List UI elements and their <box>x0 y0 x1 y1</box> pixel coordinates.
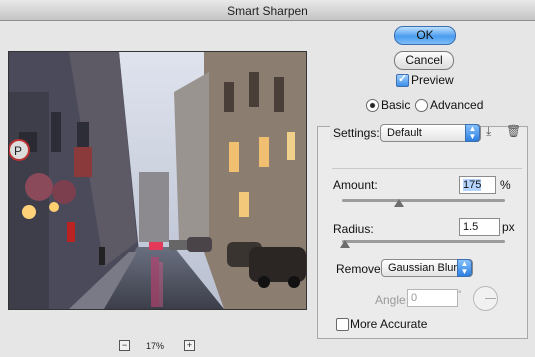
more-accurate-label: More Accurate <box>350 317 428 331</box>
amount-slider-thumb[interactable] <box>394 199 405 207</box>
preview-image[interactable]: P <box>8 51 307 310</box>
angle-unit: ° <box>458 289 462 299</box>
chevron-updown-icon: ▲ ▼ <box>457 259 472 277</box>
settings-label: Settings: <box>330 126 383 140</box>
panel-divider <box>332 168 522 169</box>
amount-label: Amount: <box>333 178 378 192</box>
advanced-radio[interactable] <box>415 99 428 112</box>
cancel-button[interactable]: Cancel <box>394 51 454 70</box>
radius-slider-thumb[interactable] <box>340 240 351 248</box>
preview-label: Preview <box>411 73 454 87</box>
street-photo: P <box>9 52 306 309</box>
save-settings-icon[interactable]: ⤓ <box>486 124 491 139</box>
amount-value: 175 <box>463 179 482 191</box>
amount-input[interactable]: 175 <box>459 176 496 194</box>
svg-text:P: P <box>14 144 22 158</box>
angle-input[interactable]: 0 <box>407 289 458 307</box>
remove-value: Gaussian Blur <box>388 262 458 274</box>
radius-value: 1.5 <box>463 221 479 233</box>
amount-unit: % <box>500 178 511 192</box>
angle-value: 0 <box>411 292 418 304</box>
preview-checkbox[interactable] <box>396 72 409 87</box>
radius-input[interactable]: 1.5 <box>459 218 500 236</box>
remove-label: Remove: <box>336 262 385 276</box>
angle-dial[interactable] <box>473 286 498 311</box>
title-bar: Smart Sharpen <box>0 0 535 21</box>
more-accurate-checkbox[interactable] <box>336 318 349 331</box>
radius-slider-track[interactable] <box>342 240 505 243</box>
angle-label: Angle: <box>375 293 410 307</box>
settings-value: Default <box>387 127 422 139</box>
zoom-out-button[interactable]: − <box>119 340 130 351</box>
zoom-level: 17% <box>146 341 165 351</box>
ok-button[interactable]: OK <box>394 26 456 45</box>
amount-slider-track[interactable] <box>342 199 505 202</box>
basic-label: Basic <box>381 98 411 112</box>
basic-radio[interactable] <box>366 99 379 112</box>
advanced-label: Advanced <box>430 98 484 112</box>
trash-icon[interactable]: 🗑 <box>506 124 521 138</box>
radius-unit: px <box>502 220 515 234</box>
zoom-in-button[interactable]: + <box>184 340 195 351</box>
radius-label: Radius: <box>333 222 374 236</box>
chevron-updown-icon: ▲ ▼ <box>465 124 480 142</box>
window-title: Smart Sharpen <box>227 4 308 18</box>
remove-dropdown[interactable]: Gaussian Blur ▲ ▼ <box>381 259 473 277</box>
settings-dropdown[interactable]: Default ▲ ▼ <box>380 124 481 142</box>
